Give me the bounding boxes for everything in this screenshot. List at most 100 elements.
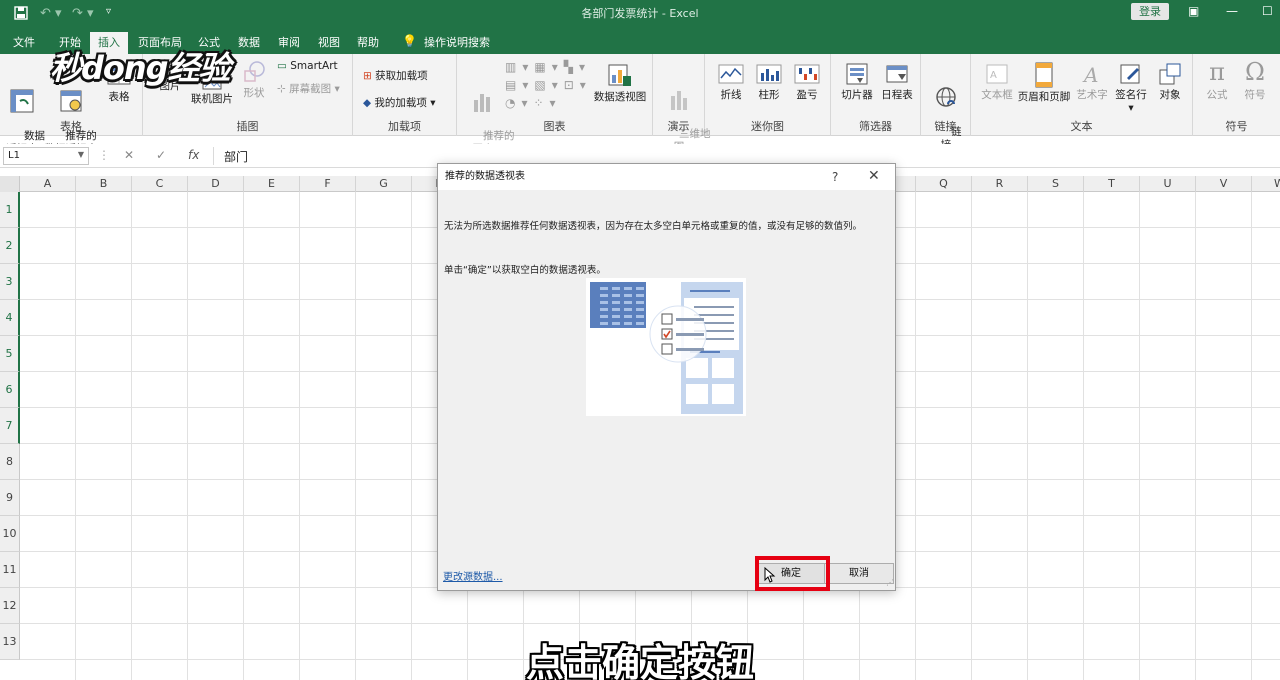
object-icon	[1159, 63, 1181, 85]
link-globe-icon	[936, 87, 956, 107]
tab-data[interactable]: 数据	[238, 34, 260, 50]
ribbon-display-icon[interactable]: ▣	[1188, 4, 1199, 18]
get-addins-button[interactable]: ⊞ 获取加载项	[363, 68, 428, 83]
column-header[interactable]: U	[1140, 176, 1196, 192]
column-header[interactable]: E	[244, 176, 300, 192]
sparkline-line-button[interactable]: 折线	[715, 62, 747, 102]
group-label-tours: 演示	[667, 120, 690, 133]
lightbulb-icon: 💡	[402, 34, 417, 48]
slicer-icon	[846, 63, 868, 85]
my-addins-button[interactable]: ◆ 我的加载项 ▾	[363, 95, 436, 110]
symbol-button[interactable]: Ω 符号	[1237, 58, 1273, 102]
row-header[interactable]: 7	[0, 408, 20, 444]
sparkline-column-button[interactable]: 柱形	[753, 62, 785, 102]
group-label-filters: 筛选器	[859, 120, 892, 133]
name-box[interactable]: L1 ▼	[3, 147, 89, 165]
row-header[interactable]: 10	[0, 516, 20, 552]
header-footer-button[interactable]: 页眉和页脚	[1017, 62, 1071, 104]
tab-file[interactable]: 文件	[13, 34, 35, 50]
change-source-data-link[interactable]: 更改源数据...	[443, 568, 503, 583]
column-header[interactable]: T	[1084, 176, 1140, 192]
wordart-button[interactable]: A 艺术字	[1075, 62, 1109, 102]
shapes-button[interactable]: 形状	[239, 60, 269, 100]
row-header[interactable]: 12	[0, 588, 20, 624]
row-header[interactable]: 4	[0, 300, 20, 336]
tab-view[interactable]: 视图	[318, 34, 340, 50]
row-header[interactable]: 8	[0, 444, 20, 480]
tab-review[interactable]: 审阅	[278, 34, 300, 50]
group-label-charts: 图表	[543, 120, 566, 133]
column-header[interactable]: G	[356, 176, 412, 192]
omega-icon: Ω	[1245, 58, 1265, 86]
smartart-button[interactable]: ▭ SmartArt	[277, 60, 338, 72]
signature-icon	[1120, 64, 1140, 84]
group-label-tables: 表格	[60, 120, 82, 133]
chart-type-icons-row1[interactable]: ▥▾▦▾▚▾	[505, 60, 591, 74]
sparkline-column-icon	[756, 64, 782, 84]
gridline-vertical	[971, 192, 972, 680]
column-header[interactable]: S	[1028, 176, 1084, 192]
group-tours: 三维地 图 演示	[653, 54, 711, 153]
timeline-button[interactable]: 日程表	[877, 62, 917, 102]
column-header[interactable]: Q	[916, 176, 972, 192]
sparkline-winloss-button[interactable]: 盈亏	[791, 62, 823, 102]
addin-icon: ◆	[363, 97, 372, 109]
header-footer-icon	[1035, 62, 1053, 88]
dialog-message: 无法为所选数据推荐任何数据透视表，因为存在太多空白单元格或重复的值，或没有足够的…	[444, 221, 863, 232]
equation-button[interactable]: π 公式	[1199, 58, 1235, 102]
row-header[interactable]: 6	[0, 372, 20, 408]
tell-me-search[interactable]: 操作说明搜索	[424, 34, 490, 50]
tab-help[interactable]: 帮助	[357, 34, 379, 50]
group-label-text: 文本	[1070, 120, 1093, 133]
login-button[interactable]: 登录	[1131, 3, 1169, 20]
dialog-title: 推荐的数据透视表	[438, 164, 895, 190]
group-filters: 切片器 日程表 筛选器	[831, 54, 921, 136]
cancel-button[interactable]: 取消	[824, 563, 894, 584]
cancel-icon[interactable]: ✕	[124, 148, 134, 162]
window-title: 各部门发票统计 - Excel	[581, 7, 699, 20]
help-icon[interactable]: ?	[832, 170, 838, 184]
chart-type-icons-row2[interactable]: ▤▾▧▾⊡▾	[505, 78, 592, 92]
screenshot-button[interactable]: ⊹ 屏幕截图 ▾	[277, 81, 340, 96]
more-options-icon: ⋮	[98, 148, 110, 162]
select-all-corner[interactable]	[0, 176, 20, 192]
enter-icon[interactable]: ✓	[156, 148, 166, 162]
pivot-chart-button[interactable]: 数据透视图	[589, 62, 651, 104]
column-header[interactable]: W	[1252, 176, 1280, 192]
insert-function-icon[interactable]: fx	[188, 148, 199, 162]
group-links: 链 接 链接	[921, 54, 971, 151]
gridline-vertical	[411, 192, 412, 680]
pivot-illustration-icon	[590, 282, 743, 414]
row-header[interactable]: 11	[0, 552, 20, 588]
slicer-button[interactable]: 切片器	[837, 62, 877, 102]
row-header[interactable]: 9	[0, 480, 20, 516]
row-header[interactable]: 3	[0, 264, 20, 300]
textbox-button[interactable]: A 文本框	[977, 62, 1017, 102]
gridline-vertical	[1251, 192, 1252, 680]
signature-line-button[interactable]: 签名行 ▾	[1111, 62, 1151, 115]
row-header[interactable]: 5	[0, 336, 20, 372]
group-charts: 推荐的 图表 ▥▾▦▾▚▾ ▤▾▧▾⊡▾ ◔▾⁘▾ 数据透视图 图表	[457, 54, 653, 155]
pivot-illustration	[586, 278, 746, 416]
minimize-icon[interactable]: —	[1226, 4, 1238, 18]
svg-text:A: A	[990, 70, 997, 81]
column-header[interactable]: B	[76, 176, 132, 192]
resize-grip-icon[interactable]: ⋰	[886, 578, 894, 587]
column-header[interactable]: V	[1196, 176, 1252, 192]
group-label-symbols: 符号	[1225, 120, 1248, 133]
column-header[interactable]: D	[188, 176, 244, 192]
row-header[interactable]: 1	[0, 192, 20, 228]
object-button[interactable]: 对象	[1153, 62, 1187, 102]
column-header[interactable]: A	[20, 176, 76, 192]
group-symbols: π 公式 Ω 符号 符号	[1193, 54, 1280, 136]
maximize-icon[interactable]: ☐	[1262, 4, 1273, 18]
chart-type-icons-row3[interactable]: ◔▾⁘▾	[505, 96, 562, 110]
column-header[interactable]: C	[132, 176, 188, 192]
group-label-illustrations: 插图	[236, 120, 259, 133]
close-icon[interactable]: ✕	[868, 168, 880, 184]
column-header[interactable]: F	[300, 176, 356, 192]
column-header[interactable]: R	[972, 176, 1028, 192]
row-header[interactable]: 2	[0, 228, 20, 264]
sparkline-winloss-icon	[794, 64, 820, 84]
chevron-down-icon[interactable]: ▼	[78, 150, 84, 159]
